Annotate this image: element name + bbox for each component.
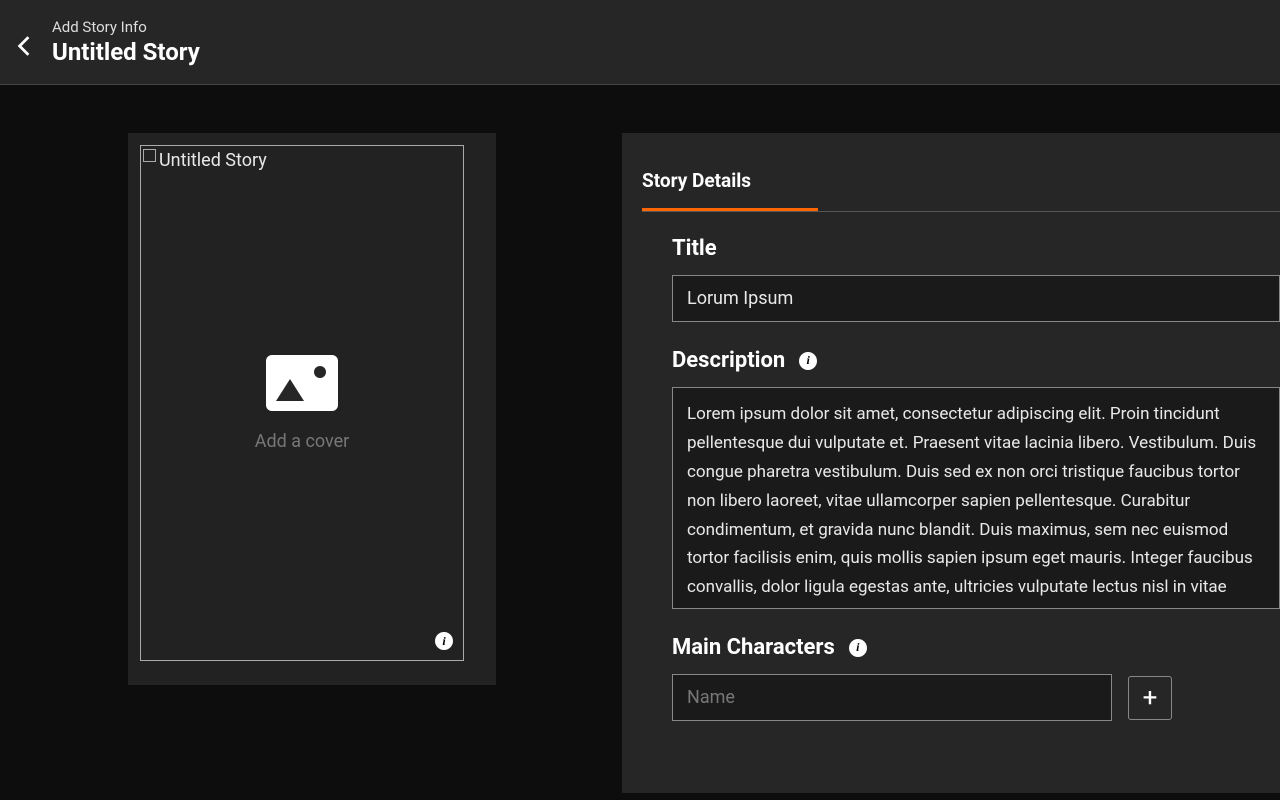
character-name-input[interactable]	[672, 674, 1112, 721]
form-area: Title Description i Lorem ipsum dolor si…	[622, 212, 1280, 721]
description-field-block: Description i Lorem ipsum dolor sit amet…	[672, 348, 1280, 609]
cover-title-label: Untitled Story	[159, 150, 267, 171]
chevron-left-icon	[17, 35, 31, 57]
tab-bar: Story Details	[622, 133, 1280, 212]
cover-panel: Untitled Story Add a cover i	[128, 133, 496, 685]
description-label-text: Description	[672, 348, 785, 373]
description-label: Description i	[672, 348, 1280, 373]
image-placeholder-icon	[266, 355, 338, 411]
info-icon[interactable]: i	[849, 639, 867, 657]
back-button[interactable]	[14, 36, 34, 56]
cover-checkbox[interactable]	[143, 149, 156, 162]
tab-story-details[interactable]: Story Details	[642, 169, 751, 208]
characters-label: Main Characters i	[672, 635, 1280, 660]
characters-label-text: Main Characters	[672, 635, 835, 660]
title-label: Title	[672, 236, 1280, 261]
header-title: Untitled Story	[52, 38, 1280, 66]
characters-field-block: Main Characters i +	[672, 635, 1280, 721]
character-input-row: +	[672, 674, 1280, 721]
info-icon[interactable]: i	[799, 352, 817, 370]
add-character-button[interactable]: +	[1128, 676, 1172, 720]
main-content: Untitled Story Add a cover i Story Detai…	[0, 85, 1280, 793]
description-textarea[interactable]: Lorem ipsum dolor sit amet, consectetur …	[672, 387, 1280, 609]
header-bar: Add Story Info Untitled Story	[0, 0, 1280, 85]
title-field-block: Title	[672, 236, 1280, 322]
header-subtitle: Add Story Info	[52, 18, 1280, 36]
details-panel: Story Details Title Description i Lorem …	[622, 133, 1280, 793]
cover-add-text: Add a cover	[255, 431, 350, 452]
title-input[interactable]	[672, 275, 1280, 322]
cover-dropzone[interactable]: Untitled Story Add a cover i	[140, 145, 464, 661]
info-icon[interactable]: i	[435, 632, 453, 650]
